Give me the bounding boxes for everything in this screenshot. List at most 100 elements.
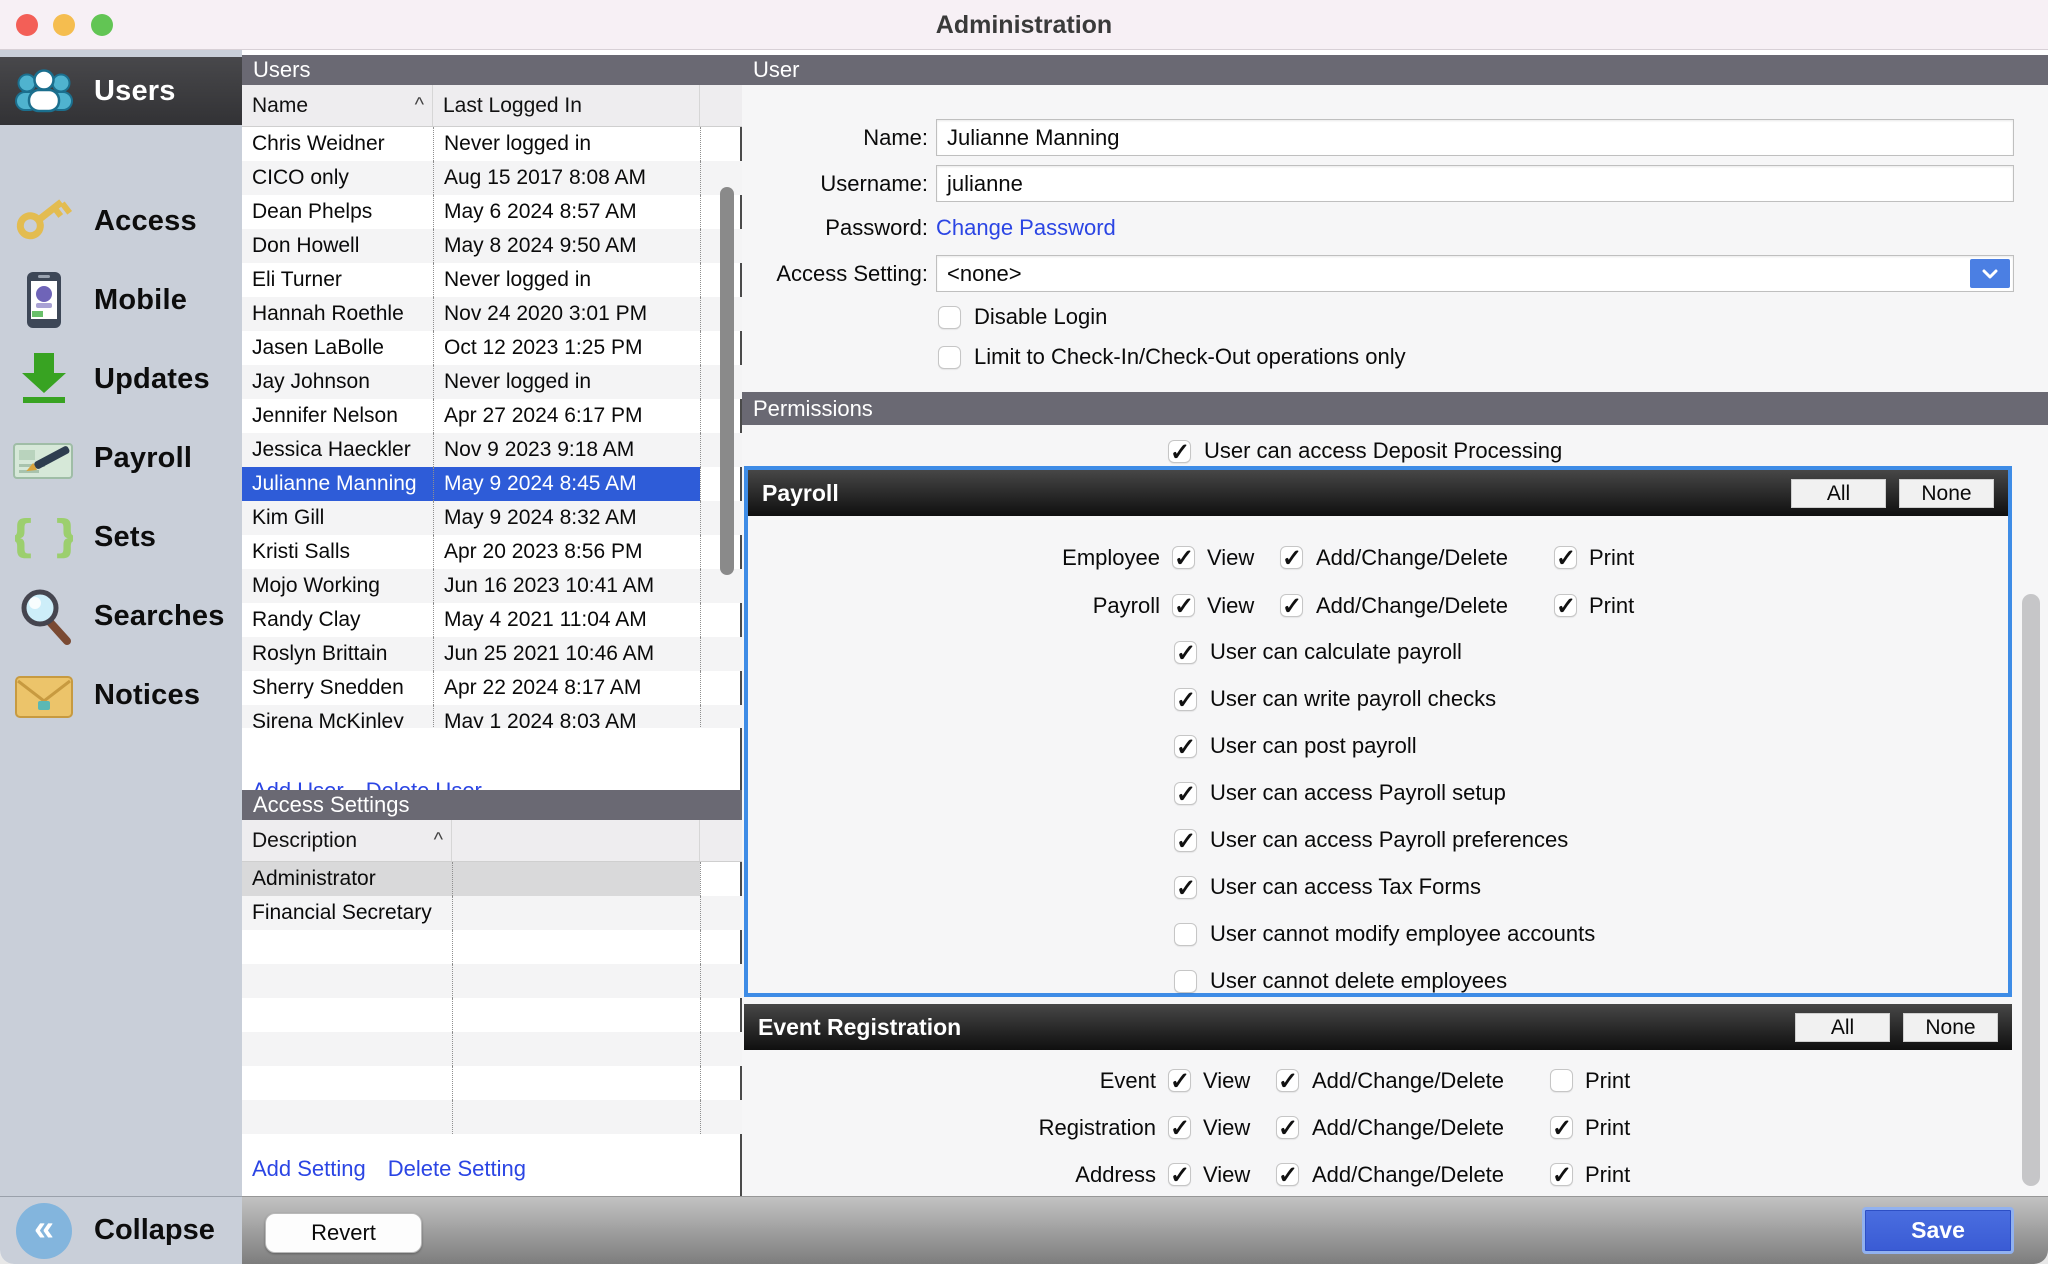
delete-setting-link[interactable]: Delete Setting [388, 1156, 526, 1182]
payroll-option-row: User can access Tax Forms [1174, 870, 1481, 904]
event-acd-checkbox[interactable] [1276, 1069, 1299, 1092]
sidebar-item-label: Payroll [94, 442, 192, 475]
payroll-option-row: User can write payroll checks [1174, 682, 1496, 716]
key-icon [12, 193, 76, 249]
access-row-empty[interactable] [242, 1032, 742, 1066]
name-field[interactable]: Julianne Manning [936, 119, 2014, 156]
user-row-selected[interactable]: Julianne ManningMay 9 2024 8:45 AM [242, 467, 742, 501]
write-payroll-checks-checkbox[interactable] [1174, 688, 1197, 711]
payroll-view-checkbox[interactable] [1172, 594, 1195, 617]
user-panel-header: User [742, 55, 2048, 85]
user-row[interactable]: Sirena McKinleyMay 1 2024 8:03 AM [242, 705, 742, 728]
braces-icon: { } [12, 509, 76, 565]
tax-forms-checkbox[interactable] [1174, 876, 1197, 899]
calculate-payroll-checkbox[interactable] [1174, 641, 1197, 664]
access-row-empty[interactable] [242, 964, 742, 998]
payroll-none-button[interactable]: None [1899, 479, 1994, 508]
access-row-empty[interactable] [242, 930, 742, 964]
vertical-scrollbar[interactable] [2022, 594, 2040, 1186]
users-scrollbar[interactable] [720, 187, 734, 575]
employee-print-checkbox[interactable] [1554, 546, 1577, 569]
payroll-section-title: Payroll [762, 470, 839, 516]
event-view-checkbox[interactable] [1168, 1069, 1191, 1092]
address-view-checkbox[interactable] [1168, 1163, 1191, 1186]
sidebar-item-mobile[interactable]: Mobile [0, 266, 242, 334]
payroll-option-row: User can calculate payroll [1174, 635, 1462, 669]
user-row[interactable]: Jasen LaBolleOct 12 2023 1:25 PM [242, 331, 742, 365]
chevron-down-icon[interactable] [1970, 259, 2010, 288]
deposit-processing-label: User can access Deposit Processing [1204, 438, 1562, 464]
svg-text:{ }: { } [15, 511, 73, 562]
payroll-all-button[interactable]: All [1791, 479, 1886, 508]
user-row[interactable]: Jay JohnsonNever logged in [242, 365, 742, 399]
registration-acd-checkbox[interactable] [1276, 1116, 1299, 1139]
download-icon [12, 351, 76, 407]
payroll-option-row: User can access Payroll preferences [1174, 823, 1568, 857]
cannot-delete-employees-checkbox[interactable] [1174, 970, 1197, 993]
add-setting-link[interactable]: Add Setting [252, 1156, 366, 1182]
address-print-checkbox[interactable] [1550, 1163, 1573, 1186]
event-print-checkbox[interactable] [1550, 1069, 1573, 1092]
registration-print-checkbox[interactable] [1550, 1116, 1573, 1139]
deposit-processing-checkbox[interactable] [1168, 440, 1191, 463]
employee-view-checkbox[interactable] [1172, 546, 1195, 569]
sidebar-item-notices[interactable]: Notices [0, 661, 242, 729]
sidebar-item-payroll[interactable]: Payroll [0, 424, 242, 492]
access-setting-label: Access Setting: [560, 255, 928, 292]
access-row-selected[interactable]: Administrator [242, 862, 742, 896]
limit-cico-checkbox[interactable] [938, 346, 961, 369]
user-row[interactable]: Mojo WorkingJun 16 2023 10:41 AM [242, 569, 742, 603]
employee-acd-checkbox[interactable] [1280, 546, 1303, 569]
user-row[interactable]: Sherry SneddenApr 22 2024 8:17 AM [242, 671, 742, 705]
cannot-modify-employee-accounts-checkbox[interactable] [1174, 923, 1197, 946]
payroll-option-row: User cannot modify employee accounts [1174, 917, 1595, 951]
collapse-icon[interactable]: « [16, 1203, 72, 1259]
post-payroll-checkbox[interactable] [1174, 735, 1197, 758]
access-column-description[interactable]: Description ^ [242, 820, 452, 861]
access-settings-header: Access Settings [242, 790, 742, 820]
access-setting-dropdown[interactable]: <none> [936, 255, 2014, 292]
user-row[interactable]: Jessica HaecklerNov 9 2023 9:18 AM [242, 433, 742, 467]
sidebar-item-label: Access [94, 205, 197, 238]
payroll-permissions-section: Payroll All None Employee View Add/Chang… [744, 466, 2012, 997]
access-row[interactable]: Financial Secretary [242, 896, 742, 930]
access-row-empty[interactable] [242, 1100, 742, 1134]
envelope-icon [12, 671, 76, 719]
window-title: Administration [0, 0, 2048, 50]
event-permission-row: Event View Add/Change/Delete Print [744, 1064, 2012, 1098]
administration-window: Administration Users [0, 0, 2048, 1264]
user-row[interactable]: Roslyn BrittainJun 25 2021 10:46 AM [242, 637, 742, 671]
access-settings-table: Administrator Financial Secretary [242, 862, 742, 1134]
sidebar-item-searches[interactable]: Searches [0, 582, 242, 650]
event-registration-section: Event Registration All None Event View A… [744, 1004, 2012, 1196]
disable-login-checkbox[interactable] [938, 306, 961, 329]
sort-ascending-icon: ^ [415, 94, 424, 117]
registration-view-checkbox[interactable] [1168, 1116, 1191, 1139]
username-field[interactable]: julianne [936, 165, 2014, 202]
sidebar-item-access[interactable]: Access [0, 187, 242, 255]
user-row[interactable]: Kristi SallsApr 20 2023 8:56 PM [242, 535, 742, 569]
user-row[interactable]: Hannah RoethleNov 24 2020 3:01 PM [242, 297, 742, 331]
payroll-preferences-checkbox[interactable] [1174, 829, 1197, 852]
disable-login-label: Disable Login [974, 304, 1107, 330]
user-row[interactable]: Randy ClayMay 4 2021 11:04 AM [242, 603, 742, 637]
user-row[interactable]: Jennifer NelsonApr 27 2024 6:17 PM [242, 399, 742, 433]
save-button[interactable]: Save [1862, 1207, 2014, 1254]
event-section-header: Event Registration All None [744, 1004, 2012, 1050]
change-password-link[interactable]: Change Password [936, 211, 1116, 245]
event-all-button[interactable]: All [1795, 1013, 1890, 1042]
sidebar-item-updates[interactable]: Updates [0, 345, 242, 413]
event-none-button[interactable]: None [1903, 1013, 1998, 1042]
sidebar-item-sets[interactable]: { } Sets [0, 503, 242, 571]
revert-button[interactable]: Revert [265, 1213, 422, 1253]
user-row[interactable]: Kim GillMay 9 2024 8:32 AM [242, 501, 742, 535]
payroll-acd-checkbox[interactable] [1280, 594, 1303, 617]
payroll-setup-checkbox[interactable] [1174, 782, 1197, 805]
address-acd-checkbox[interactable] [1276, 1163, 1299, 1186]
collapse-bar[interactable]: « Collapse [0, 1196, 242, 1264]
payroll-print-checkbox[interactable] [1554, 594, 1577, 617]
sidebar-item-users[interactable]: Users [0, 57, 242, 125]
access-row-empty[interactable] [242, 998, 742, 1032]
users-column-name[interactable]: Name ^ [242, 85, 433, 126]
access-row-empty[interactable] [242, 1066, 742, 1100]
